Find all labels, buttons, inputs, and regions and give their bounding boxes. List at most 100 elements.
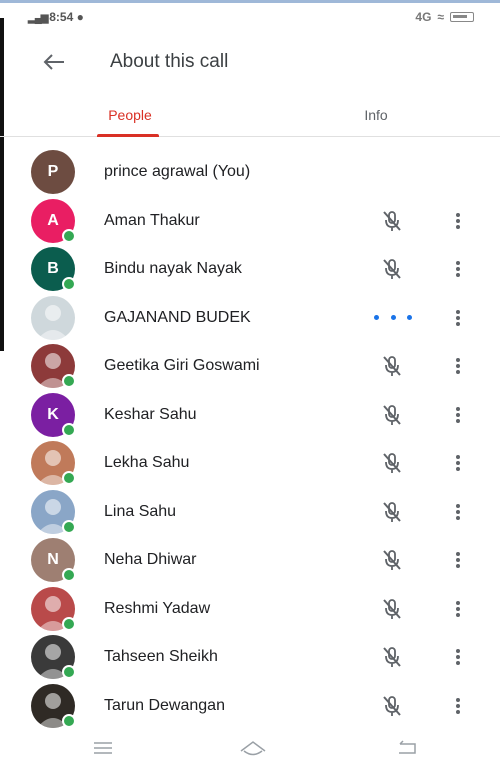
online-dot — [62, 228, 76, 243]
mic-off-icon — [379, 644, 405, 670]
participant-row[interactable]: B Bindu nayak Nayak — [0, 245, 500, 294]
participant-row[interactable]: Tahseen Sheikh — [0, 633, 500, 682]
avatar-wrap: P — [31, 150, 75, 195]
nav-menu-button[interactable] — [88, 736, 118, 760]
system-nav-bar — [0, 726, 500, 771]
online-dot — [62, 277, 76, 292]
more-vert-icon — [456, 455, 460, 472]
mic-off-icon — [379, 450, 405, 476]
signal-icon: ▂▄▆ — [28, 13, 50, 24]
participant-row[interactable]: Lina Sahu — [0, 488, 500, 537]
battery-icon — [450, 12, 474, 22]
online-dot — [62, 519, 76, 534]
more-options-button[interactable] — [446, 546, 470, 574]
avatar-wrap: K — [31, 392, 76, 437]
mic-off-icon — [379, 499, 405, 525]
avatar-wrap: A — [31, 198, 76, 243]
arrow-back-icon — [43, 54, 64, 70]
avatar: P — [31, 150, 75, 195]
nav-back-button[interactable] — [392, 736, 422, 760]
more-vert-icon — [456, 309, 460, 326]
online-dot — [62, 422, 76, 437]
more-options-button[interactable] — [446, 692, 470, 720]
avatar-wrap — [31, 635, 76, 680]
more-options-button[interactable] — [446, 352, 470, 380]
more-options-button[interactable] — [446, 449, 470, 477]
more-options-button[interactable] — [446, 595, 470, 623]
avatar — [31, 295, 75, 340]
participant-list: Pprince agrawal (You) A Aman Thakur B Bindu … — [0, 148, 500, 730]
more-vert-icon — [456, 552, 460, 569]
more-vert-icon — [456, 406, 460, 423]
online-dot — [62, 616, 76, 631]
participant-name: Reshmi Yadaw — [104, 599, 211, 617]
tab-indicator — [97, 134, 159, 137]
avatar-wrap: B — [31, 247, 76, 292]
online-dot — [62, 568, 76, 583]
participant-name: GAJANAND BUDEK — [104, 308, 251, 326]
participant-row[interactable]: N Neha Dhiwar — [0, 536, 500, 585]
more-options-button[interactable] — [446, 255, 470, 283]
mic-off-icon — [379, 596, 405, 622]
participant-name: Lina Sahu — [104, 502, 177, 520]
network-label: 4G — [415, 10, 432, 24]
participant-row[interactable]: Reshmi Yadaw — [0, 585, 500, 634]
participant-row[interactable]: Pprince agrawal (You) — [0, 148, 500, 197]
avatar-wrap — [31, 295, 75, 340]
participant-name: Aman Thakur — [104, 211, 200, 229]
participant-row[interactable]: GAJANAND BUDEK — [0, 294, 500, 343]
back-button[interactable] — [38, 46, 70, 78]
participant-row[interactable]: Lekha Sahu — [0, 439, 500, 488]
wifi-icon: ≈ — [437, 10, 444, 24]
status-bar: ▂▄▆ 8:54 ● 4G ≈ — [0, 0, 500, 34]
more-vert-icon — [456, 261, 460, 278]
more-vert-icon — [456, 600, 460, 617]
participant-name: Lekha Sahu — [104, 454, 190, 472]
home-icon — [240, 741, 266, 756]
more-options-button[interactable] — [446, 304, 470, 332]
more-options-button[interactable] — [446, 643, 470, 671]
mic-off-icon — [379, 256, 405, 282]
more-vert-icon — [456, 697, 460, 714]
mic-off-icon — [379, 208, 405, 234]
avatar-wrap — [31, 344, 76, 389]
more-options-button[interactable] — [446, 207, 470, 235]
tab-bar: People Info — [0, 94, 500, 137]
app-bar: About this call — [0, 34, 500, 90]
notification-icon: ● — [76, 10, 84, 24]
online-dot — [62, 665, 76, 680]
participant-row[interactable]: Geetika Giri Goswami — [0, 342, 500, 391]
avatar-wrap — [31, 489, 76, 534]
participant-row[interactable]: Tarun Dewangan — [0, 682, 500, 731]
more-options-button[interactable] — [446, 401, 470, 429]
participant-name: Tahseen Sheikh — [104, 648, 218, 666]
participant-name: Bindu nayak Nayak — [104, 260, 242, 278]
profile-photo-icon — [37, 304, 69, 340]
mic-off-icon — [379, 547, 405, 573]
tab-people[interactable]: People — [70, 94, 190, 136]
more-options-button[interactable] — [446, 498, 470, 526]
participant-name: Keshar Sahu — [104, 405, 197, 423]
nav-home-button[interactable] — [238, 736, 268, 760]
online-dot — [62, 374, 76, 389]
more-vert-icon — [456, 649, 460, 666]
more-vert-icon — [456, 212, 460, 229]
avatar-wrap — [31, 683, 76, 728]
participant-name: prince agrawal (You) — [104, 163, 251, 181]
status-time: ▂▄▆ 8:54 ● — [28, 10, 84, 24]
more-vert-icon — [456, 503, 460, 520]
participant-row[interactable]: A Aman Thakur — [0, 197, 500, 246]
page-title: About this call — [110, 51, 229, 72]
online-dot — [62, 471, 76, 486]
participant-name: Geetika Giri Goswami — [104, 357, 260, 375]
mic-off-icon — [379, 693, 405, 719]
mic-off-icon — [379, 353, 405, 379]
more-vert-icon — [456, 358, 460, 375]
mic-off-icon — [379, 402, 405, 428]
participant-row[interactable]: K Keshar Sahu — [0, 391, 500, 440]
participant-name: Neha Dhiwar — [104, 551, 197, 569]
avatar-wrap — [31, 441, 76, 486]
status-right: 4G ≈ — [415, 10, 474, 24]
menu-icon — [94, 742, 112, 754]
tab-info[interactable]: Info — [316, 94, 436, 136]
